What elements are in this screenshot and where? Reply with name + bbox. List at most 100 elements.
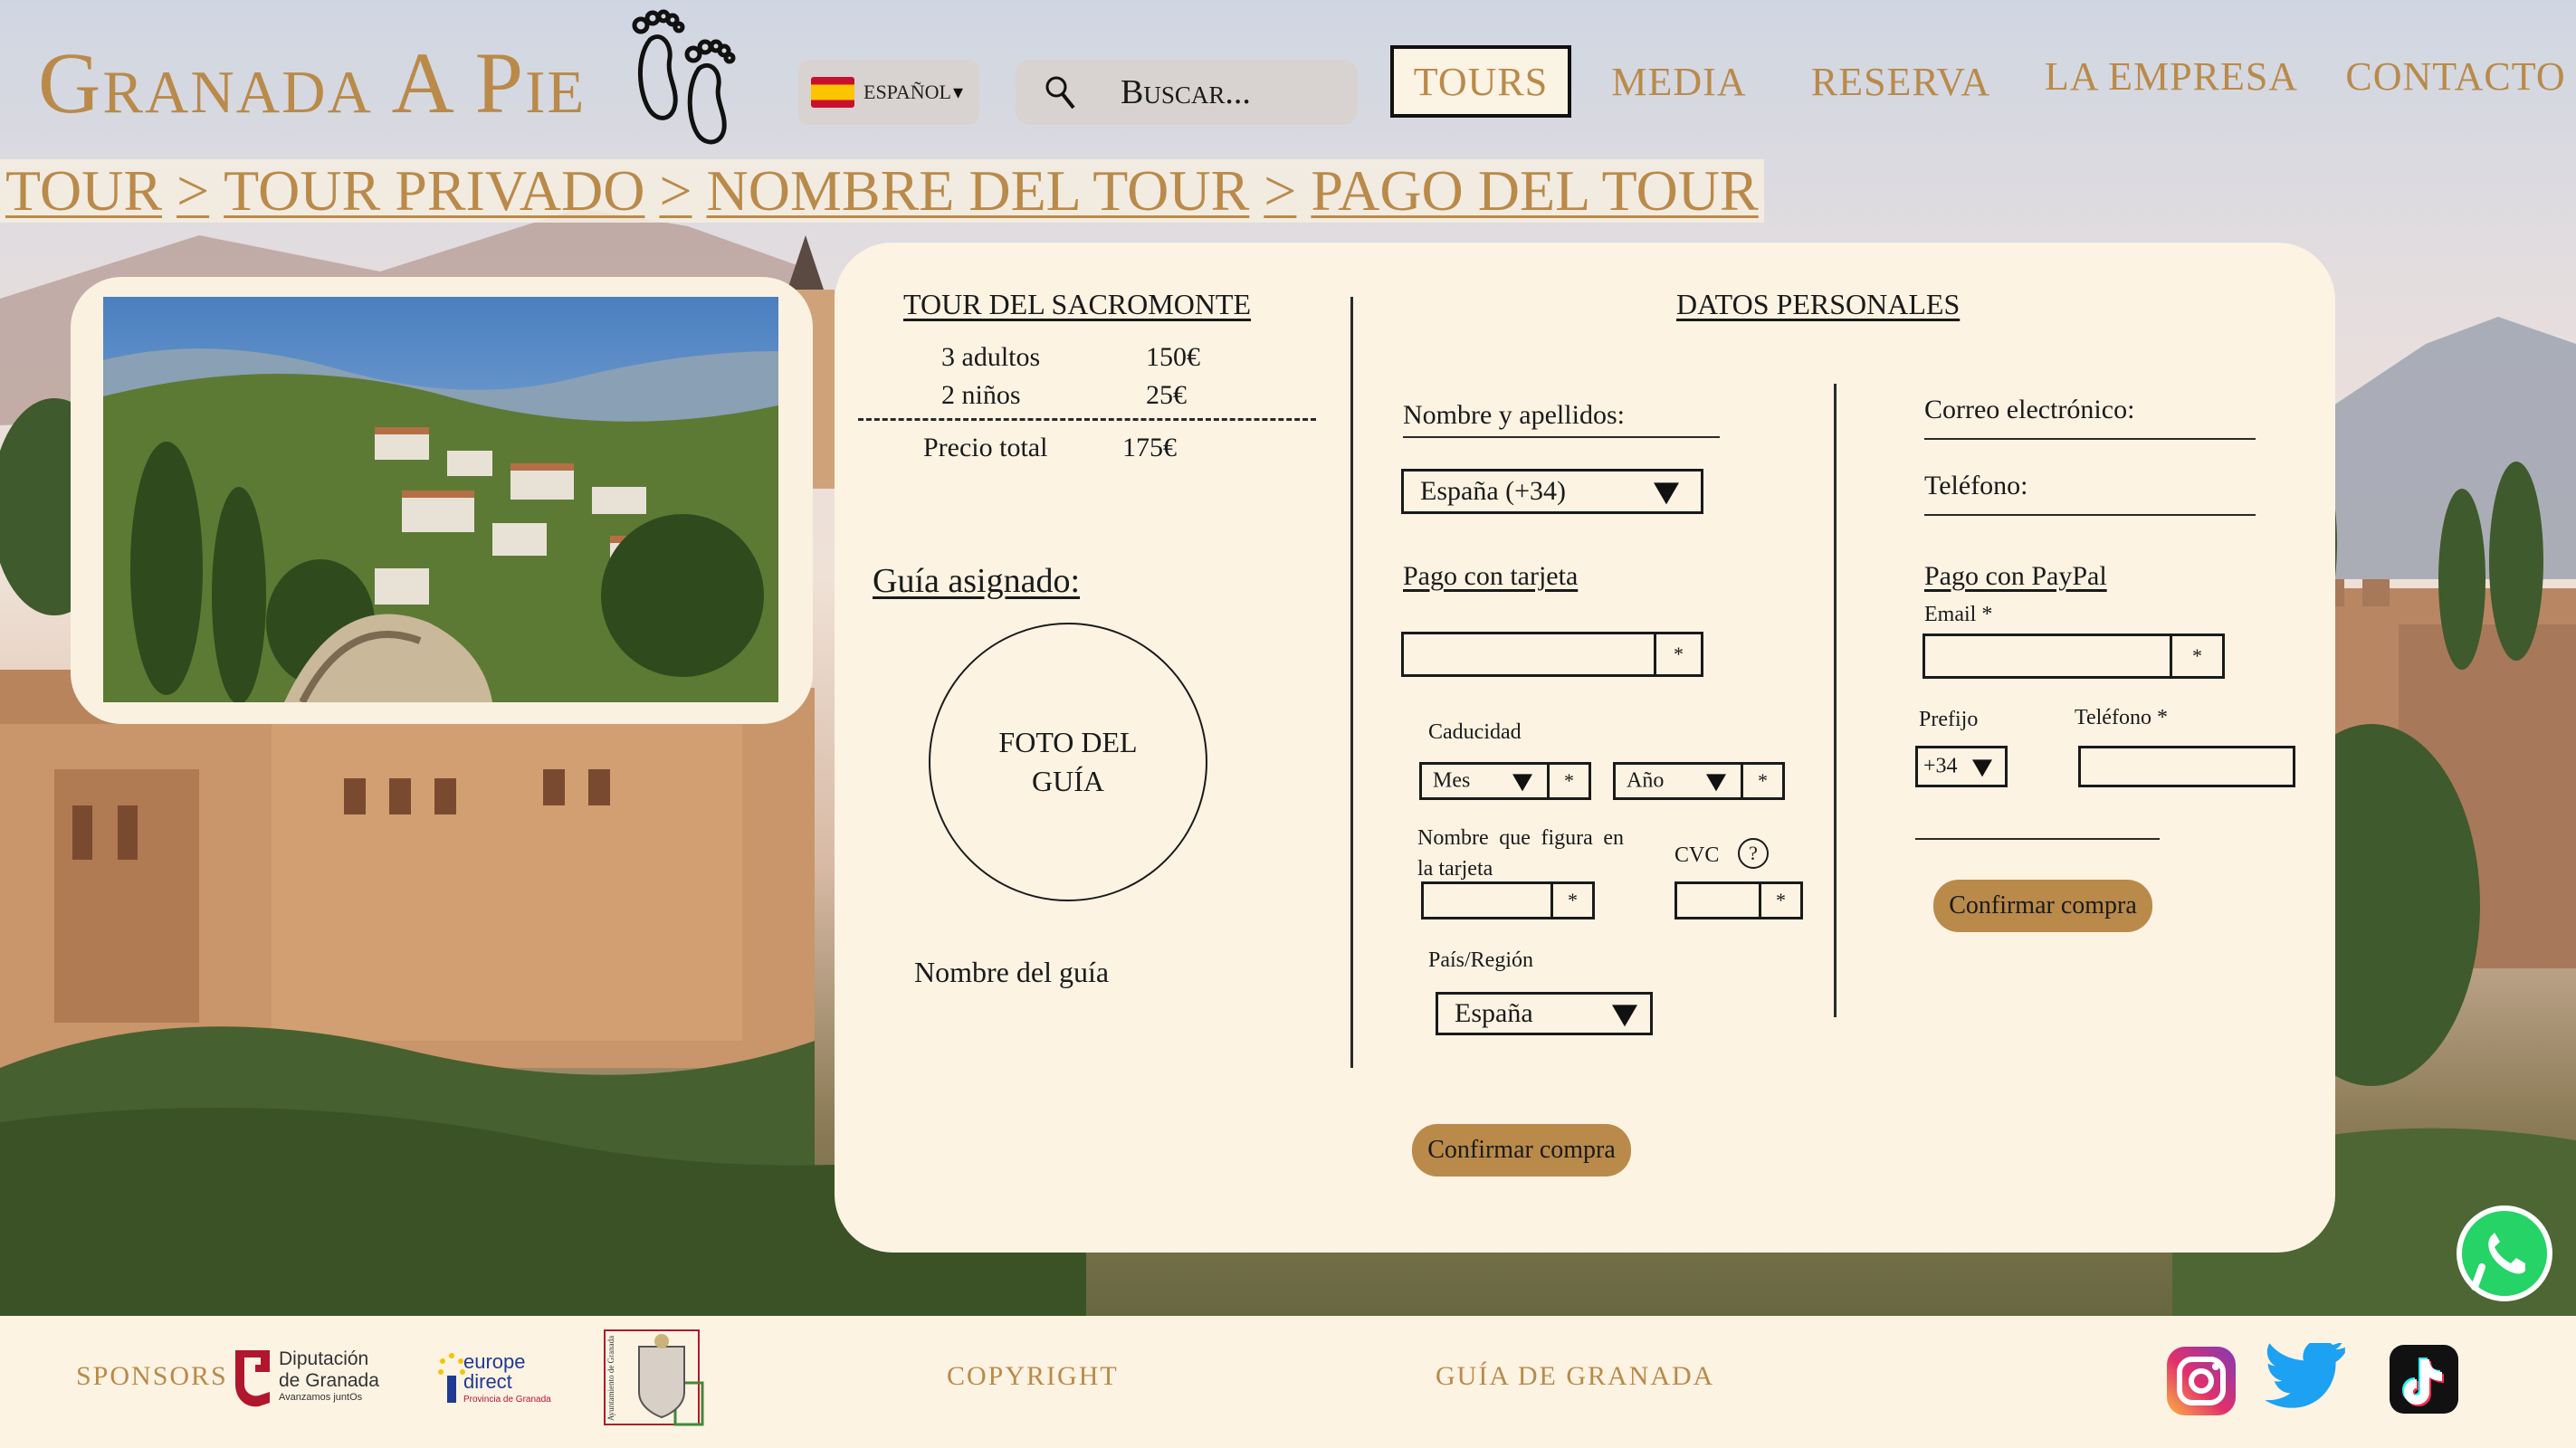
cardholder-input[interactable]: * [1421,881,1595,919]
paypal-extra-field[interactable] [1915,838,2160,840]
total-value: 175€ [1122,433,1177,462]
breadcrumb-separator: > [1264,158,1297,223]
footprints-logo-icon [632,9,736,145]
summary-divider [858,418,1316,421]
required-mark: * [1654,634,1701,674]
instagram-icon[interactable] [2165,1345,2237,1417]
sponsor-diputacion-logo[interactable]: Diputación de Granada Avanzamos juntOs [232,1341,391,1419]
site-footer: SPONSORS Diputación de Granada Avanzamos… [0,1316,2576,1448]
breadcrumb-tour[interactable]: TOUR [5,157,162,224]
children-price: 25€ [1146,380,1187,410]
copyright-link[interactable]: COPYRIGHT [947,1361,1119,1392]
prefix-label: Prefijo [1919,708,1979,731]
language-label: ESPAÑOL [863,81,951,103]
guide-name: Nombre del guía [914,956,1110,988]
column-divider [1834,384,1837,1017]
year-value: Año [1627,768,1665,793]
paypal-email-input[interactable]: * [1922,634,2225,679]
paypal-phone-input[interactable] [2078,746,2295,787]
paypal-email-label: Email * [1924,603,1993,626]
tour-photo-sacromonte [103,297,778,702]
paypal-heading: Pago con PayPal [1924,561,2107,591]
dropdown-arrow-icon [1706,774,1726,792]
site-header: Granada A Pie ESPAÑOL ▾ Buscar... TOURS … [0,0,2576,154]
paypal-phone-label: Teléfono * [2075,706,2168,729]
dropdown-arrow-icon [1972,759,1992,777]
sponsor-europe-direct-logo[interactable]: europe direct Provincia de Granada [438,1343,574,1419]
email-input[interactable] [1924,438,2256,440]
dropdown-arrow-icon [1654,482,1679,505]
prefix-value: +34 [1923,754,1958,778]
country-region-label: País/Región [1428,948,1534,972]
sponsor2-line1: europe [463,1350,526,1373]
card-payment-heading: Pago con tarjeta [1403,561,1579,591]
twitter-icon[interactable] [2263,1343,2350,1419]
nav-la-empresa[interactable]: LA EMPRESA [2044,40,2299,112]
country-region-select[interactable]: España [1436,992,1653,1035]
language-selector[interactable]: ESPAÑOL ▾ [798,60,979,125]
cvc-label: CVC [1674,843,1720,867]
expiry-label: Caducidad [1428,720,1522,744]
spain-flag-icon [811,77,854,108]
dropdown-arrow-icon [1512,774,1532,792]
expiry-month-select[interactable]: Mes * [1419,762,1591,800]
brand-logo-text[interactable]: Granada A Pie [38,40,586,127]
required-mark: * [1550,884,1592,917]
sponsor1-tagline: Avanzamos juntOs [279,1392,363,1404]
tour-image-card [71,277,813,724]
help-icon[interactable]: ? [1738,838,1769,869]
country-code-value: España (+34) [1420,476,1567,506]
breadcrumb-pago-del-tour: PAGO DEL TOUR [1311,158,1759,223]
guia-de-granada-link[interactable]: GUÍA DE GRANADA [1436,1361,1714,1392]
paypal-confirm-button[interactable]: Confirmar compra [1933,880,2152,932]
europe-direct-emblem-icon [438,1353,465,1403]
children-label: 2 niños [941,380,1021,410]
nav-reserva[interactable]: RESERVA [1801,45,2000,118]
sponsor2-line3: Provincia de Granada [463,1395,551,1405]
guide-photo-line1: FOTO DEL [998,725,1138,758]
adults-label: 3 adultos [941,342,1041,372]
breadcrumb-nombre-del-tour[interactable]: NOMBRE DEL TOUR [707,157,1250,224]
country-region-value: España [1455,998,1533,1028]
required-mark: * [1547,765,1589,797]
confirm-purchase-button[interactable]: Confirmar compra [1412,1124,1631,1176]
full-name-input[interactable] [1403,436,1720,438]
sponsor1-line1: Diputación [279,1348,369,1369]
sponsor-ayuntamiento-logo[interactable]: Ayuntamiento de Granada [603,1329,704,1426]
sponsor3-text: Ayuntamiento de Granada [606,1335,615,1421]
guide-photo-line2: GUÍA [1032,765,1104,797]
diputacion-emblem-icon [235,1350,270,1407]
nav-media[interactable]: MEDIA [1602,45,1756,118]
nav-tours[interactable]: TOURS [1390,45,1571,118]
expiry-year-select[interactable]: Año * [1613,762,1785,800]
total-label: Precio total [923,433,1048,462]
tiktok-icon[interactable] [2388,1343,2460,1415]
dropdown-arrow-icon [1612,1005,1637,1027]
required-mark: * [1741,765,1782,797]
search-box[interactable]: Buscar... [1016,60,1358,125]
cvc-input[interactable]: * [1674,881,1803,919]
month-value: Mes [1433,768,1471,793]
guide-heading: Guía asignado: [873,562,1081,600]
guide-photo-placeholder: FOTO DEL GUÍA [929,623,1207,901]
phone-input[interactable] [1924,514,2256,516]
sponsor1-line2: de Granada [279,1370,379,1392]
country-code-select[interactable]: España (+34) [1401,469,1703,514]
cardholder-label: Nombre que figura en la tarjeta [1417,826,1624,881]
required-mark: * [2170,636,2222,676]
required-mark: * [1759,884,1800,917]
breadcrumb: TOUR > TOUR PRIVADO > NOMBRE DEL TOUR > … [0,157,1764,224]
whatsapp-icon[interactable] [2455,1204,2554,1303]
prefix-select[interactable]: +34 [1915,746,2008,787]
checkout-panel: TOUR DEL SACROMONTE 3 adultos 150€ 2 niñ… [835,243,2335,1253]
sponsor2-line2: direct [463,1370,512,1393]
search-input[interactable]: Buscar... [1121,72,1251,112]
nav-contacto[interactable]: CONTACTO [2344,40,2567,112]
tour-name: TOUR DEL SACROMONTE [903,288,1252,320]
chevron-down-icon: ▾ [953,81,964,103]
sponsors-label: SPONSORS [76,1361,228,1391]
breadcrumb-tour-privado[interactable]: TOUR PRIVADO [224,157,644,224]
search-icon [1045,76,1075,110]
breadcrumb-separator: > [177,158,210,223]
card-number-input[interactable]: * [1401,632,1703,677]
